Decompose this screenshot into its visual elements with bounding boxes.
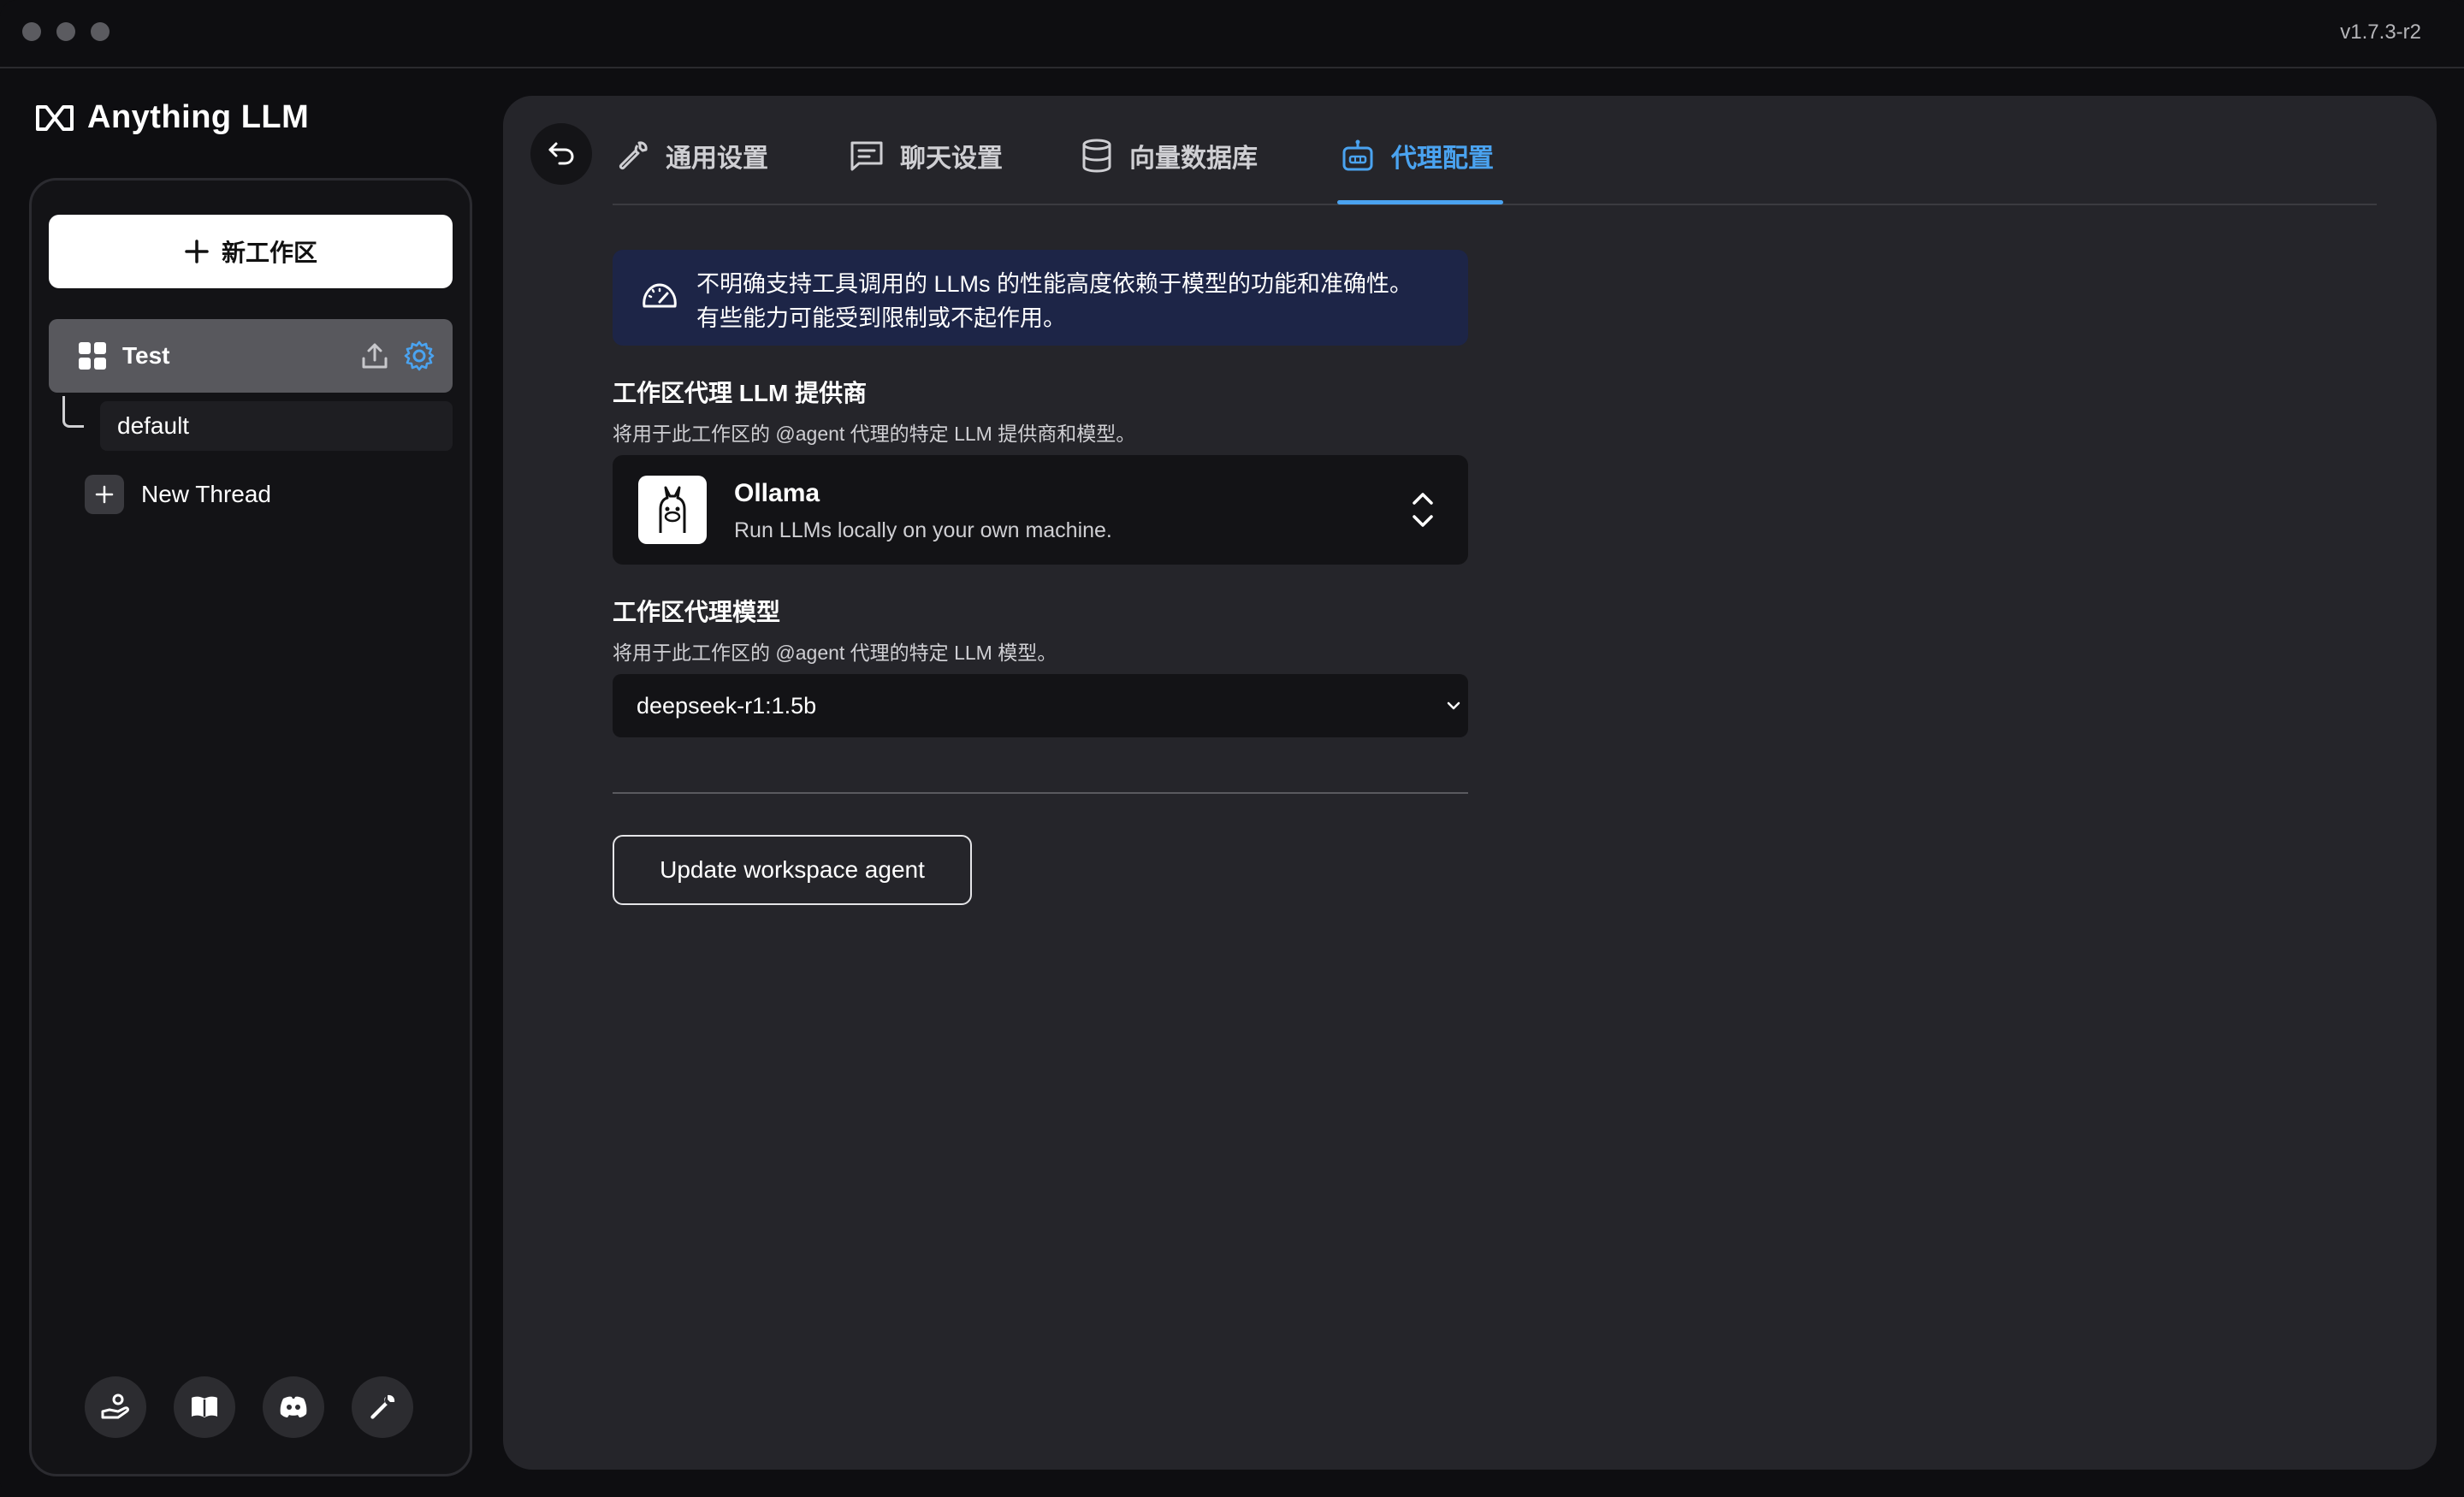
model-select[interactable]: deepseek-r1:1.5b bbox=[613, 674, 1468, 737]
brand-name: Anything LLM bbox=[87, 99, 310, 135]
tab-vector-database[interactable]: 向量数据库 bbox=[1080, 137, 1258, 175]
chevron-up-down-icon bbox=[1413, 493, 1433, 527]
docs-book-icon[interactable] bbox=[174, 1376, 235, 1438]
tab-label: 聊天设置 bbox=[900, 145, 1003, 173]
active-tab-indicator bbox=[1337, 200, 1503, 204]
workspace-grid-icon bbox=[79, 342, 106, 370]
close-window-button[interactable] bbox=[22, 22, 41, 41]
tab-general-settings[interactable]: 通用设置 bbox=[616, 137, 768, 175]
gauge-icon bbox=[643, 283, 677, 308]
thread-default-label: default bbox=[117, 412, 190, 439]
tab-label: 向量数据库 bbox=[1129, 145, 1258, 173]
workspace-item-test[interactable]: Test bbox=[49, 319, 453, 393]
provider-name: Ollama bbox=[734, 479, 820, 507]
new-workspace-label: 新工作区 bbox=[221, 240, 317, 266]
zoom-window-button[interactable] bbox=[91, 22, 110, 41]
logo-icon bbox=[36, 104, 74, 131]
update-button-label: Update workspace agent bbox=[660, 856, 925, 883]
wrench-settings-icon[interactable] bbox=[352, 1376, 413, 1438]
new-thread-plus-icon bbox=[85, 475, 124, 514]
provider-description: Run LLMs locally on your own machine. bbox=[734, 518, 1112, 542]
ollama-logo-icon bbox=[638, 476, 707, 544]
wrench-icon bbox=[619, 141, 648, 170]
notice-line-1: 不明确支持工具调用的 LLMs 的性能高度依赖于模型的功能和准确性。 bbox=[696, 271, 1413, 297]
new-thread-button[interactable]: New Thread bbox=[85, 475, 271, 514]
robot-icon bbox=[1342, 139, 1373, 171]
discord-icon[interactable] bbox=[263, 1376, 324, 1438]
community-hub-icon[interactable] bbox=[85, 1376, 146, 1438]
settings-panel: 通用设置 聊天设置 向量数据库 代理配置 不明确支持工具调用的 LLMs 的性能… bbox=[503, 96, 2437, 1470]
workspace-name: Test bbox=[122, 342, 170, 369]
tab-label: 代理配置 bbox=[1391, 145, 1494, 173]
brand-logo: Anything LLM bbox=[34, 99, 309, 136]
update-workspace-agent-button[interactable]: Update workspace agent bbox=[613, 835, 972, 905]
plus-icon bbox=[185, 240, 209, 263]
thread-tree-connector bbox=[62, 396, 84, 428]
app-version: v1.7.3-r2 bbox=[2340, 21, 2421, 44]
new-workspace-button[interactable]: 新工作区 bbox=[49, 215, 453, 288]
tab-agent-config[interactable]: 代理配置 bbox=[1340, 137, 1494, 175]
model-section-subtitle: 将用于此工作区的 @agent 代理的特定 LLM 模型。 bbox=[613, 642, 1057, 664]
thread-item-default[interactable]: default bbox=[100, 401, 453, 451]
gear-icon[interactable] bbox=[403, 340, 435, 372]
chevron-down-icon bbox=[1447, 701, 1460, 710]
database-icon bbox=[1082, 139, 1111, 173]
notice-text: 不明确支持工具调用的 LLMs 的性能高度依赖于模型的功能和准确性。 有些能力可… bbox=[696, 267, 1413, 335]
back-arrow-icon bbox=[548, 142, 574, 165]
upload-icon[interactable] bbox=[360, 341, 389, 370]
back-button[interactable] bbox=[530, 123, 592, 185]
provider-section-subtitle: 将用于此工作区的 @agent 代理的特定 LLM 提供商和模型。 bbox=[613, 423, 1136, 445]
sidebar-footer bbox=[85, 1376, 413, 1438]
new-thread-label: New Thread bbox=[141, 481, 272, 507]
notice-line-2: 有些能力可能受到限制或不起作用。 bbox=[696, 305, 1066, 331]
provider-section-title: 工作区代理 LLM 提供商 bbox=[613, 380, 868, 406]
provider-selector[interactable]: Ollama Run LLMs locally on your own mach… bbox=[613, 455, 1468, 565]
tab-label: 通用设置 bbox=[666, 145, 768, 173]
warning-notice: 不明确支持工具调用的 LLMs 的性能高度依赖于模型的功能和准确性。 有些能力可… bbox=[613, 250, 1468, 346]
tab-chat-settings[interactable]: 聊天设置 bbox=[849, 137, 1003, 175]
minimize-window-button[interactable] bbox=[56, 22, 75, 41]
sidebar: 新工作区 Test default New Thread bbox=[29, 178, 472, 1476]
form-divider bbox=[613, 792, 1468, 794]
title-bar: v1.7.3-r2 bbox=[0, 0, 2464, 68]
model-select-value: deepseek-r1:1.5b bbox=[637, 692, 817, 719]
chat-icon bbox=[850, 141, 883, 171]
app-window: v1.7.3-r2 Anything LLM 新工作区 Test default… bbox=[0, 0, 2464, 1497]
model-section-title: 工作区代理模型 bbox=[613, 599, 781, 625]
